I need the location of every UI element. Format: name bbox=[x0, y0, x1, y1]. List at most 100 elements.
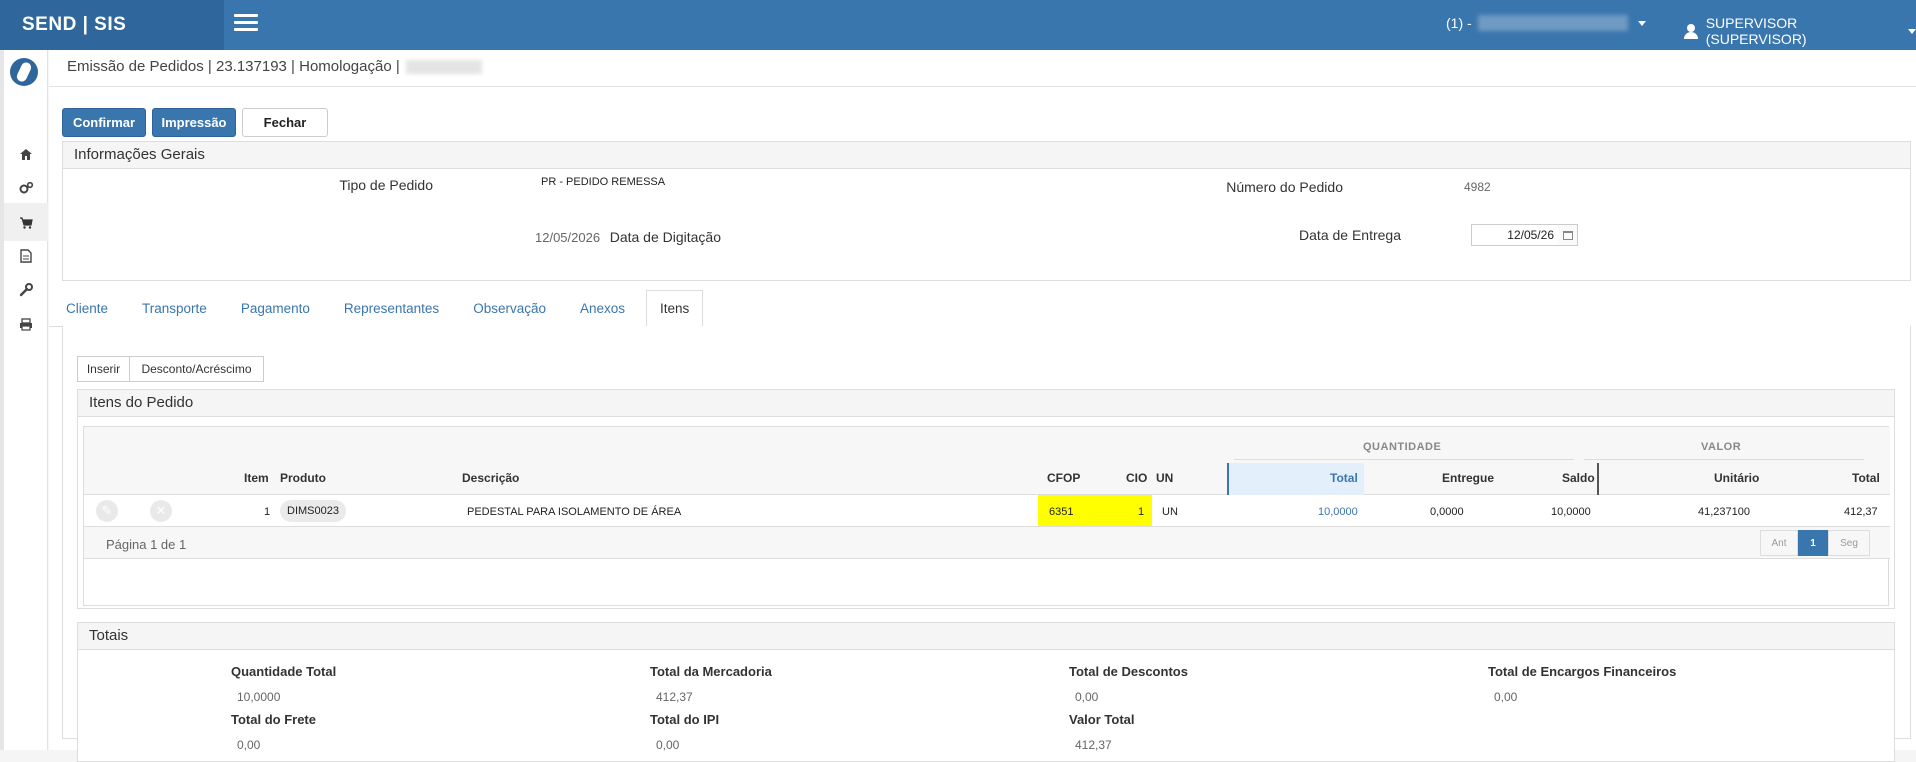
confirm-button[interactable]: Confirmar bbox=[62, 108, 146, 137]
group-underline bbox=[1234, 459, 1574, 460]
delivery-date-label: Data de Entrega bbox=[1299, 227, 1401, 243]
charges-total-label: Total de Encargos Financeiros bbox=[1488, 664, 1677, 679]
printer-icon[interactable] bbox=[4, 305, 48, 343]
group-quantity: QUANTIDADE bbox=[1363, 441, 1442, 453]
row-balance: 10,0000 bbox=[1551, 506, 1591, 518]
row-un: UN bbox=[1162, 506, 1178, 518]
col-un[interactable]: UN bbox=[1156, 471, 1173, 485]
charges-total-value: 0,00 bbox=[1494, 690, 1518, 704]
tab-itens[interactable]: Itens bbox=[646, 290, 704, 327]
col-unit-value[interactable]: Unitário bbox=[1714, 471, 1759, 485]
tab-transporte[interactable]: Transporte bbox=[129, 290, 220, 327]
col-delivered[interactable]: Entregue bbox=[1442, 471, 1494, 485]
row-product[interactable]: DIMS0023 bbox=[280, 500, 346, 522]
discount-total-label: Total de Descontos bbox=[1069, 664, 1188, 679]
sidebar bbox=[0, 50, 48, 750]
row-description: PEDESTAL PARA ISOLAMENTO DE ÁREA bbox=[467, 506, 682, 518]
page-1-button[interactable]: 1 bbox=[1798, 530, 1828, 556]
order-type-label: Tipo de Pedido bbox=[339, 177, 433, 193]
tab-representantes[interactable]: Representantes bbox=[331, 290, 452, 327]
qty-total-label: Quantidade Total bbox=[231, 664, 337, 679]
row-delivered: 0,0000 bbox=[1430, 506, 1464, 518]
grand-total-label: Valor Total bbox=[1069, 712, 1135, 727]
sidebar-edge bbox=[0, 50, 4, 750]
cart-icon[interactable] bbox=[4, 203, 48, 241]
col-product[interactable]: Produto bbox=[280, 471, 326, 485]
tabs-bar: Cliente Transporte Pagamento Representan… bbox=[53, 290, 704, 327]
print-button[interactable]: Impressão bbox=[152, 108, 236, 137]
chevron-down-icon bbox=[1908, 28, 1916, 34]
col-cfop[interactable]: CFOP bbox=[1047, 471, 1080, 485]
grid-footer bbox=[84, 527, 1890, 559]
user-menu[interactable]: SUPERVISOR (SUPERVISOR) bbox=[1684, 15, 1916, 47]
row-item: 1 bbox=[264, 506, 271, 518]
col-qty-total[interactable]: Total bbox=[1330, 471, 1358, 485]
order-number-value: 4982 bbox=[1464, 180, 1491, 194]
delete-icon[interactable]: ✕ bbox=[150, 500, 172, 522]
col-item[interactable]: Item bbox=[244, 471, 269, 485]
home-icon[interactable] bbox=[4, 135, 48, 173]
tab-pagamento[interactable]: Pagamento bbox=[228, 290, 323, 327]
calendar-icon bbox=[1562, 230, 1573, 240]
menu-toggle-icon[interactable] bbox=[234, 14, 258, 32]
main-content: Emissão de Pedidos | 23.137193 | Homolog… bbox=[49, 50, 1916, 762]
group-value: VALOR bbox=[1701, 441, 1742, 453]
typing-date-label: Data de Digitação bbox=[609, 229, 721, 245]
col-balance[interactable]: Saldo bbox=[1562, 471, 1595, 485]
totals-panel: Totais bbox=[77, 622, 1895, 762]
table-row[interactable] bbox=[84, 495, 1890, 527]
grid-header bbox=[84, 427, 1890, 495]
row-cfop: 6351 bbox=[1049, 506, 1074, 518]
ipi-total-label: Total do IPI bbox=[650, 712, 720, 727]
items-grid: QUANTIDADE VALOR Item Produto Descrição … bbox=[83, 426, 1890, 606]
row-cio: 1 bbox=[1138, 506, 1145, 518]
top-bar: SEND | SIS (1) - SUPERVISOR (SUPERVISOR) bbox=[0, 0, 1916, 50]
row-qty-total: 10,0000 bbox=[1318, 506, 1358, 518]
divider bbox=[49, 86, 1916, 87]
edit-icon[interactable]: ✎ bbox=[96, 500, 118, 522]
tab-anexos[interactable]: Anexos bbox=[567, 290, 638, 327]
row-unit-value: 41,237100 bbox=[1698, 506, 1750, 518]
company-name-redacted bbox=[1477, 15, 1628, 31]
typing-date-value: 12/05/2026 bbox=[535, 230, 601, 245]
user-icon bbox=[1684, 24, 1698, 39]
tab-observacao[interactable]: Observação bbox=[460, 290, 559, 327]
wrench-icon[interactable] bbox=[4, 271, 48, 309]
goods-total-value: 412,37 bbox=[656, 690, 693, 704]
chevron-down-icon bbox=[1637, 20, 1646, 26]
col-value-total[interactable]: Total bbox=[1852, 471, 1880, 485]
discount-total-value: 0,00 bbox=[1075, 690, 1099, 704]
company-label: (1) - bbox=[1446, 15, 1472, 31]
delivery-date-input[interactable]: 12/05/26 bbox=[1471, 224, 1559, 246]
freight-total-label: Total do Frete bbox=[231, 712, 316, 727]
insert-button[interactable]: Inserir bbox=[77, 356, 130, 382]
general-info-panel: Informações Gerais Tipo de Pedido PR - P… bbox=[62, 141, 1911, 281]
gears-icon[interactable] bbox=[4, 169, 48, 207]
col-description[interactable]: Descrição bbox=[462, 471, 519, 485]
brand-logo[interactable]: SEND | SIS bbox=[0, 0, 224, 50]
row-value-total: 412,37 bbox=[1844, 506, 1878, 518]
close-button[interactable]: Fechar bbox=[242, 108, 328, 137]
app-logo-icon bbox=[10, 58, 38, 86]
environment-redacted bbox=[405, 59, 482, 74]
col-cio[interactable]: CIO bbox=[1126, 471, 1147, 485]
document-icon[interactable] bbox=[4, 237, 48, 275]
page-info: Página 1 de 1 bbox=[106, 537, 187, 552]
calendar-button[interactable] bbox=[1558, 224, 1578, 246]
order-type-value: PR - PEDIDO REMESSA bbox=[541, 176, 666, 188]
panel-title: Itens do Pedido bbox=[78, 390, 1894, 417]
pagination: Ant 1 Seg bbox=[1760, 530, 1870, 556]
goods-total-label: Total da Mercadoria bbox=[650, 664, 772, 679]
tab-cliente[interactable]: Cliente bbox=[53, 290, 121, 327]
group-underline bbox=[1584, 459, 1864, 460]
breadcrumb: Emissão de Pedidos | 23.137193 | Homolog… bbox=[67, 58, 482, 75]
next-page-button[interactable]: Seg bbox=[1828, 530, 1870, 556]
company-selector[interactable]: (1) - bbox=[1446, 15, 1646, 31]
breadcrumb-text: Emissão de Pedidos | 23.137193 | Homolog… bbox=[67, 58, 400, 75]
discount-button[interactable]: Desconto/Acréscimo bbox=[129, 356, 264, 382]
panel-title: Informações Gerais bbox=[63, 142, 1910, 169]
qty-total-value: 10,0000 bbox=[237, 690, 281, 704]
prev-page-button[interactable]: Ant bbox=[1760, 530, 1798, 556]
order-number-label: Número do Pedido bbox=[1226, 179, 1343, 195]
user-name: SUPERVISOR (SUPERVISOR) bbox=[1705, 15, 1807, 47]
